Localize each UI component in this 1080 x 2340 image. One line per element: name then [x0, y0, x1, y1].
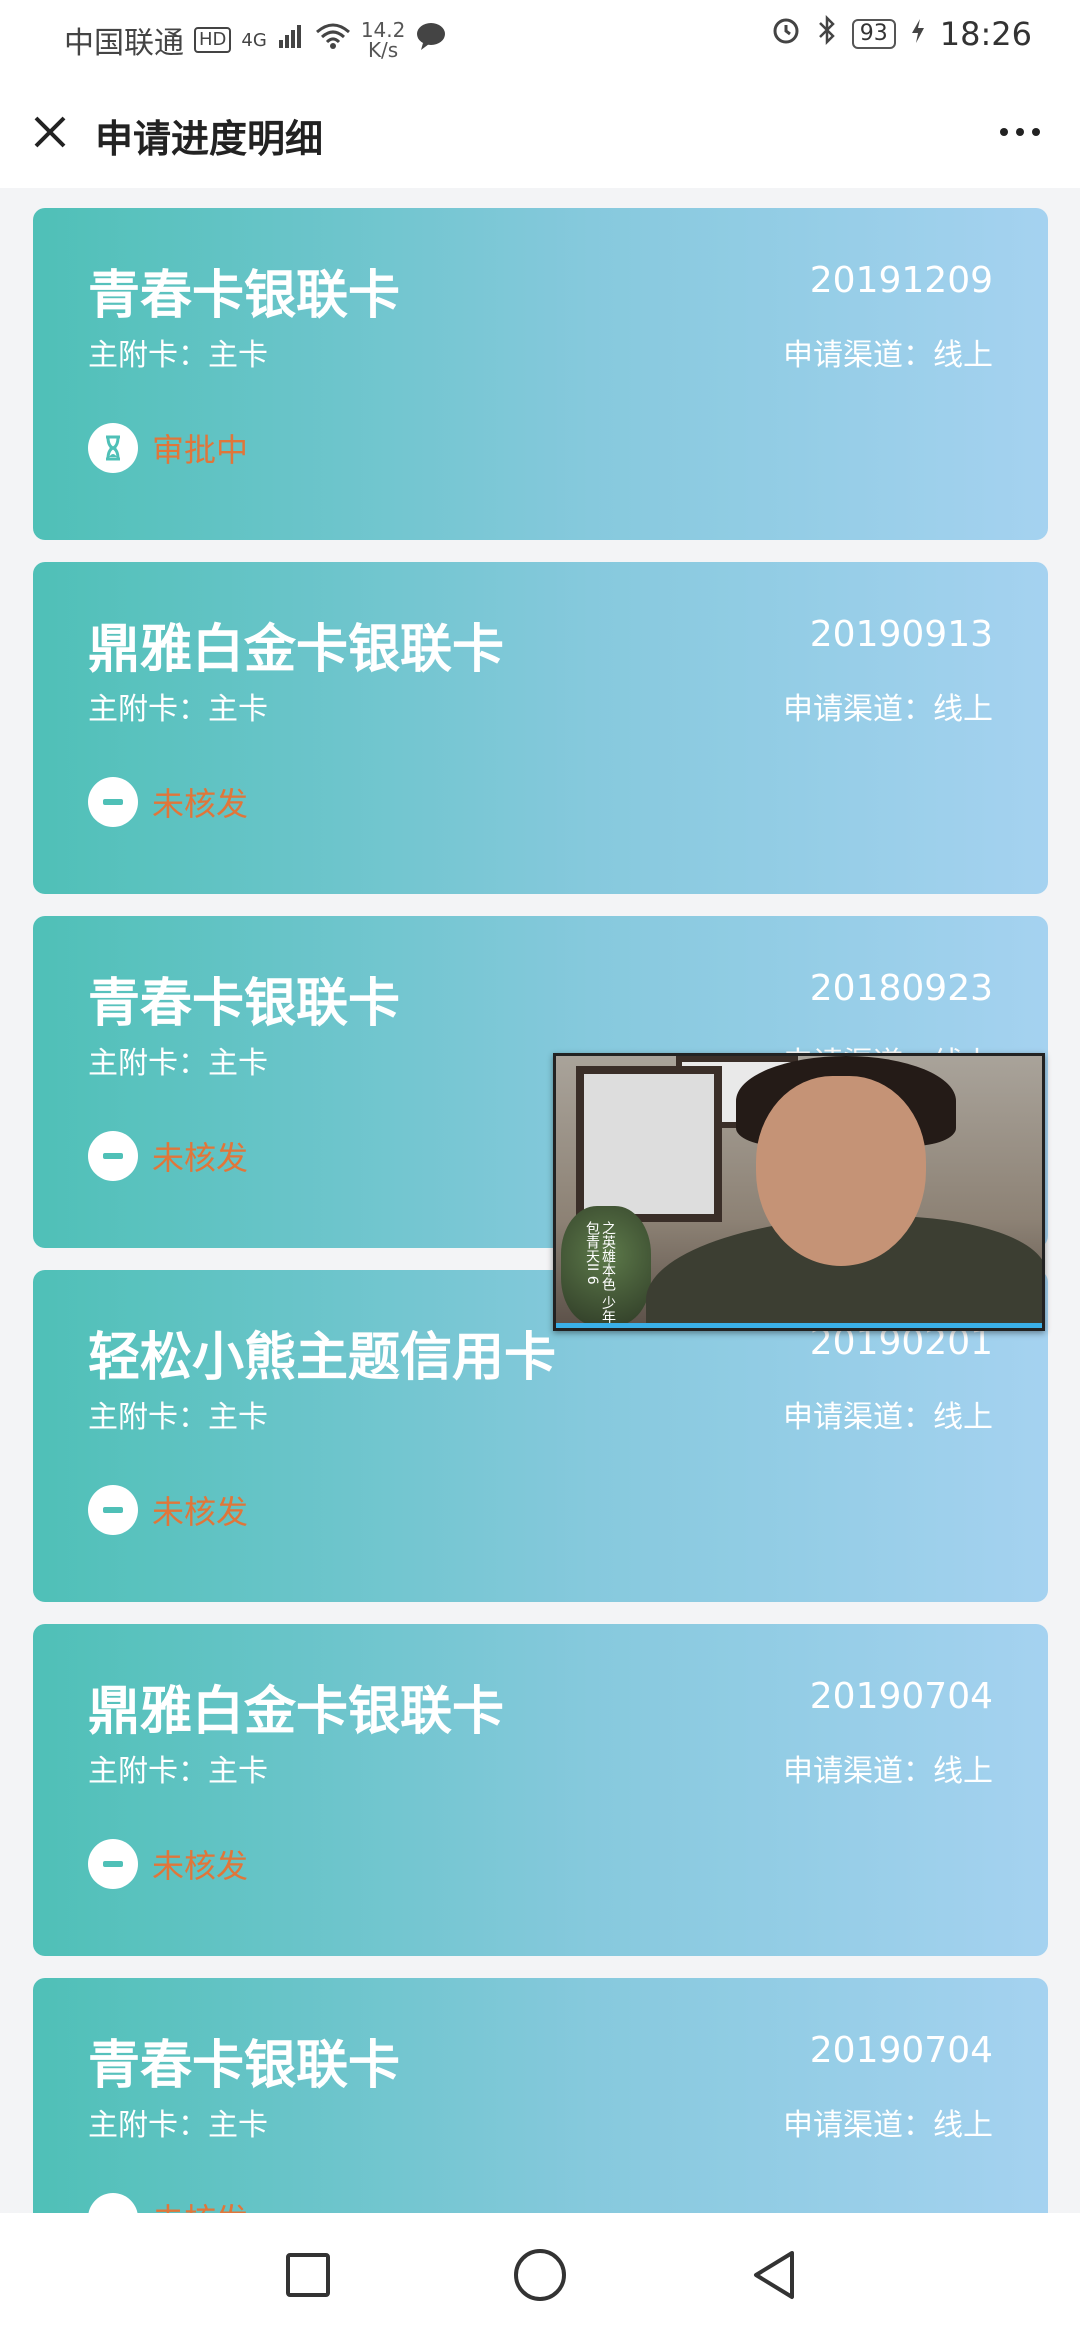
chat-icon — [415, 21, 447, 59]
status-text: 未核发 — [152, 1847, 249, 1885]
card-date: 20190704 — [809, 2030, 993, 2071]
minus-icon — [88, 1485, 138, 1535]
card-date: 20191209 — [809, 260, 993, 301]
speed-value: 14.2 — [360, 18, 406, 42]
card-type: 主附卡：主卡 — [88, 692, 268, 727]
video-person-face — [756, 1076, 926, 1266]
status-text: 未核发 — [152, 1493, 249, 1531]
back-button[interactable] — [742, 2243, 806, 2307]
card-status: 审批中 — [88, 423, 248, 473]
clock-time: 18:26 — [939, 15, 1032, 53]
card-type: 主附卡：主卡 — [88, 338, 268, 373]
close-icon — [34, 116, 66, 148]
card-channel: 申请渠道：线上 — [783, 338, 993, 373]
card-channel: 申请渠道：线上 — [783, 692, 993, 727]
title-bar: 申请进度明细 — [0, 78, 1080, 188]
more-options-button[interactable] — [990, 112, 1050, 152]
card-channel: 申请渠道：线上 — [783, 2108, 993, 2143]
battery-indicator: 93 — [851, 19, 896, 49]
application-card[interactable]: 青春卡银联卡 20191209 主附卡：主卡 申请渠道：线上 审批中 — [33, 208, 1048, 540]
application-card[interactable]: 鼎雅白金卡银联卡 20190913 主附卡：主卡 申请渠道：线上 未核发 — [33, 562, 1048, 894]
status-text: 未核发 — [152, 785, 249, 823]
video-window-frame — [576, 1066, 722, 1222]
application-card[interactable]: 鼎雅白金卡银联卡 20190704 主附卡：主卡 申请渠道：线上 未核发 — [33, 1624, 1048, 1956]
minus-icon — [88, 1131, 138, 1181]
signal-icon — [277, 22, 305, 58]
square-icon — [286, 2253, 330, 2297]
network-label: 4G — [241, 29, 267, 51]
status-right: 93 18:26 — [770, 14, 1032, 54]
card-date: 20190913 — [809, 614, 993, 655]
circle-icon — [514, 2249, 566, 2301]
status-text: 未核发 — [152, 1139, 249, 1177]
card-name: 青春卡银联卡 — [88, 266, 401, 326]
wifi-icon — [315, 22, 351, 58]
minus-icon — [88, 1839, 138, 1889]
card-date: 20180923 — [809, 968, 993, 1009]
card-date: 20190704 — [809, 1676, 993, 1717]
charging-icon — [910, 15, 926, 53]
network-speed: 14.2 K/s — [361, 20, 406, 60]
hd-badge: HD — [194, 27, 232, 53]
bluetooth-icon — [816, 14, 838, 54]
speed-unit: K/s — [367, 38, 399, 62]
close-button[interactable] — [24, 106, 76, 158]
card-status: 未核发 — [88, 1839, 248, 1889]
floating-video-player[interactable]: 之英雄本色 少年包青天II 6 — [553, 1053, 1045, 1331]
card-type: 主附卡：主卡 — [88, 2108, 268, 2143]
hourglass-icon — [88, 423, 138, 473]
carrier-label: 中国联通 — [64, 26, 184, 61]
more-dot-icon — [1032, 128, 1040, 136]
home-button[interactable] — [508, 2243, 572, 2307]
minus-icon — [88, 2193, 138, 2213]
card-name: 鼎雅白金卡银联卡 — [88, 1682, 505, 1742]
video-progress-bar[interactable] — [556, 1323, 1042, 1328]
more-dot-icon — [1016, 128, 1024, 136]
card-status: 未核发 — [88, 1131, 248, 1181]
card-status: 未核发 — [88, 2193, 248, 2213]
recent-apps-button[interactable] — [276, 2243, 340, 2307]
card-type: 主附卡：主卡 — [88, 1400, 268, 1435]
card-name: 鼎雅白金卡银联卡 — [88, 620, 505, 680]
video-caption: 之英雄本色 少年包青天II 6 — [584, 1221, 616, 1324]
card-channel: 申请渠道：线上 — [783, 1754, 993, 1789]
status-bar: 中国联通 HD 4G 14.2 K/s 93 18:26 — [0, 0, 1080, 78]
card-type: 主附卡：主卡 — [88, 1754, 268, 1789]
card-status: 未核发 — [88, 777, 248, 827]
status-text: 审批中 — [152, 431, 249, 469]
minus-icon — [88, 777, 138, 827]
application-card[interactable]: 青春卡银联卡 20190704 主附卡：主卡 申请渠道：线上 未核发 — [33, 1978, 1048, 2213]
card-name: 青春卡银联卡 — [88, 974, 401, 1034]
card-channel: 申请渠道：线上 — [783, 1400, 993, 1435]
page-title: 申请进度明细 — [95, 117, 324, 161]
triangle-back-icon — [754, 2251, 794, 2299]
card-name: 青春卡银联卡 — [88, 2036, 401, 2096]
alarm-icon — [770, 14, 802, 54]
status-left: 中国联通 HD 4G 14.2 K/s — [64, 18, 447, 62]
more-dot-icon — [1000, 128, 1008, 136]
card-name: 轻松小熊主题信用卡 — [88, 1328, 557, 1388]
status-text: 未核发 — [152, 2195, 248, 2213]
card-type: 主附卡：主卡 — [88, 1046, 268, 1081]
card-status: 未核发 — [88, 1485, 248, 1535]
system-navigation-bar — [0, 2213, 1080, 2340]
